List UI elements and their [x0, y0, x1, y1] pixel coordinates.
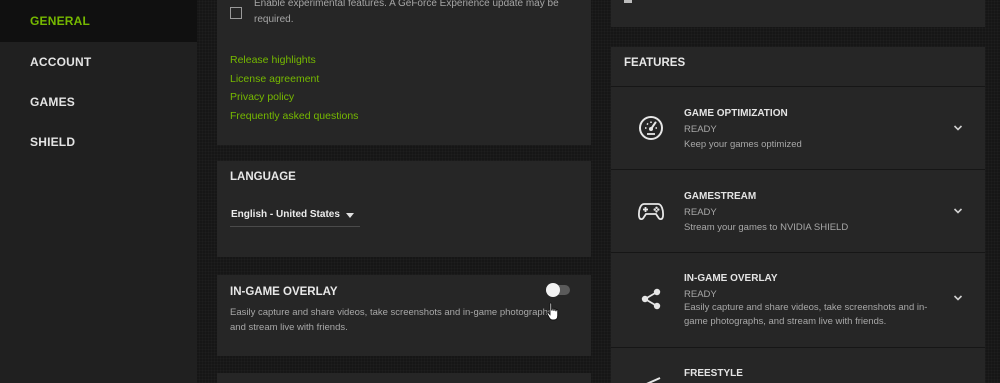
language-selected-value: English - United States: [231, 209, 340, 220]
feature-name: FREESTYLE: [684, 368, 743, 379]
in-game-overlay-title: IN-GAME OVERLAY: [230, 286, 338, 298]
experimental-features-checkbox[interactable]: [230, 7, 242, 19]
about-links: Release highlights License agreement Pri…: [230, 51, 358, 125]
experimental-features-label: Enable experimental features. A GeForce …: [254, 0, 559, 25]
panel-stub: [624, 0, 632, 3]
feature-description: Keep your games optimized: [684, 139, 802, 150]
sidebar-item-account[interactable]: ACCOUNT: [0, 42, 197, 82]
language-panel: LANGUAGE English - United States: [217, 161, 591, 257]
sidebar-item-general[interactable]: GENERAL: [0, 0, 197, 42]
speedometer-icon: [639, 116, 663, 140]
in-game-overlay-description: Easily capture and share videos, take sc…: [230, 307, 556, 333]
feature-status: READY: [684, 207, 717, 218]
feature-status: READY: [684, 124, 717, 135]
chevron-down-icon[interactable]: [953, 294, 963, 302]
language-title: LANGUAGE: [230, 171, 296, 183]
gamepad-icon: [638, 203, 664, 221]
feature-name: GAMESTREAM: [684, 191, 757, 202]
feature-gamestream[interactable]: GAMESTREAM READY Stream your games to NV…: [611, 169, 985, 251]
sidebar-item-games[interactable]: GAMES: [0, 82, 197, 122]
sidebar: GENERAL ACCOUNT GAMES SHIELD: [0, 0, 197, 383]
toggle-knob: [546, 283, 560, 297]
feature-game-optimization[interactable]: GAME OPTIMIZATION READY Keep your games …: [611, 86, 985, 168]
feature-name: GAME OPTIMIZATION: [684, 108, 788, 119]
about-panel: Enable experimental features. A GeForce …: [217, 0, 591, 145]
in-game-overlay-panel: IN-GAME OVERLAY Easily capture and share…: [217, 275, 591, 356]
in-game-overlay-toggle[interactable]: [546, 283, 570, 297]
feature-name: IN-GAME OVERLAY: [684, 273, 778, 284]
feature-in-game-overlay[interactable]: IN-GAME OVERLAY READY Easily capture and…: [611, 252, 985, 346]
chevron-down-icon: [346, 213, 354, 218]
features-title: FEATURES: [624, 57, 686, 69]
feature-description: Stream your games to NVIDIA SHIELD: [684, 222, 849, 233]
feature-freestyle[interactable]: FREESTYLE: [611, 347, 985, 383]
feature-description: Easily capture and share videos, take sc…: [684, 302, 928, 327]
share-icon: [641, 288, 661, 310]
language-dropdown[interactable]: English - United States: [230, 205, 360, 227]
right-top-panel: [611, 0, 985, 27]
next-panel: [217, 373, 591, 383]
sidebar-item-shield[interactable]: SHIELD: [0, 122, 197, 162]
release-highlights-link[interactable]: Release highlights: [230, 51, 358, 70]
freestyle-icon: [646, 377, 661, 383]
feature-status: READY: [684, 289, 717, 300]
features-panel: FEATURES GAME OPTIMIZATION READY Keep yo…: [611, 47, 985, 383]
faq-link[interactable]: Frequently asked questions: [230, 107, 358, 126]
license-agreement-link[interactable]: License agreement: [230, 70, 358, 89]
privacy-policy-link[interactable]: Privacy policy: [230, 88, 358, 107]
chevron-down-icon[interactable]: [953, 124, 963, 132]
hand-cursor-icon: [546, 302, 559, 321]
chevron-down-icon[interactable]: [953, 207, 963, 215]
